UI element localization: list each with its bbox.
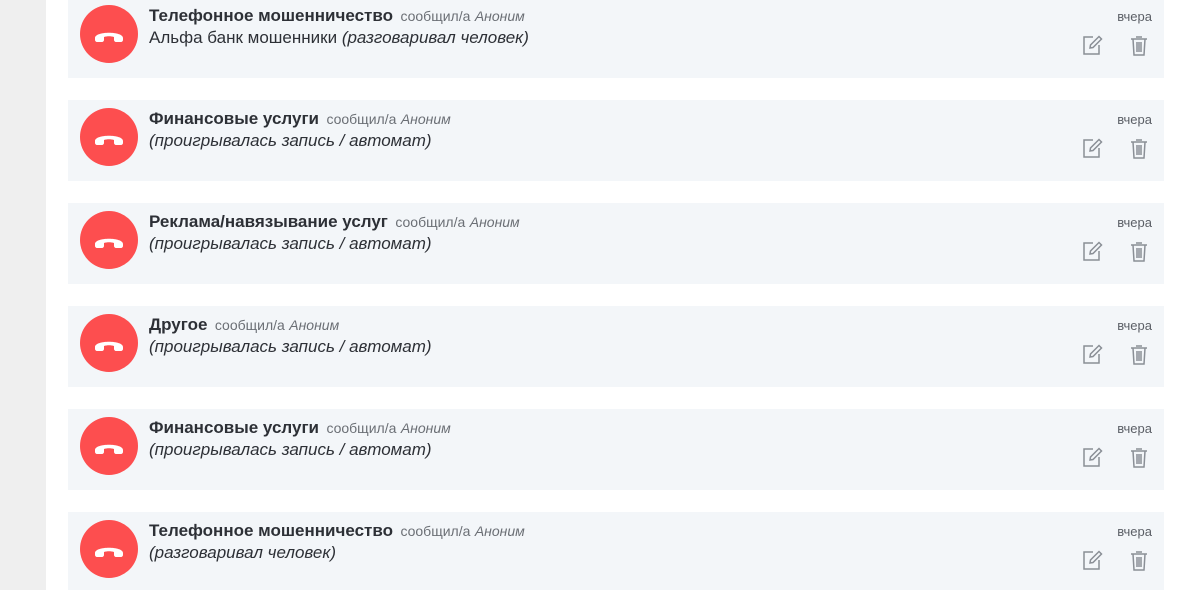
report-category[interactable]: Финансовые услуги <box>149 418 319 437</box>
reported-by-label: сообщил/а <box>214 317 285 333</box>
edit-icon[interactable] <box>1080 239 1104 263</box>
report-time: вчера <box>1117 112 1152 127</box>
trash-icon[interactable] <box>1127 342 1151 366</box>
report-text: Телефонное мошенничество сообщил/а Анони… <box>149 6 1029 49</box>
edit-icon[interactable] <box>1080 136 1104 160</box>
reported-by-label: сообщил/а <box>400 8 471 24</box>
call-type: (разговаривал человек) <box>149 543 337 562</box>
report-text: Реклама/навязывание услуг сообщил/а Анон… <box>149 212 1029 255</box>
call-type: (проигрывалась запись / автомат) <box>149 131 432 150</box>
report-category[interactable]: Финансовые услуги <box>149 109 319 128</box>
report-text: Телефонное мошенничество сообщил/а Анони… <box>149 521 1029 564</box>
call-type: (проигрывалась запись / автомат) <box>149 234 432 253</box>
report-text: Другое сообщил/а Аноним (проигрывалась з… <box>149 315 1029 358</box>
report-time: вчера <box>1117 524 1152 539</box>
hangup-phone-icon <box>80 108 138 166</box>
report-text: Финансовые услуги сообщил/а Аноним (прои… <box>149 109 1029 152</box>
report-author: Аноним <box>469 214 520 230</box>
edit-icon[interactable] <box>1080 445 1104 469</box>
trash-icon[interactable] <box>1127 239 1151 263</box>
report-author: Аноним <box>474 8 525 24</box>
hangup-phone-icon <box>80 520 138 578</box>
report-category[interactable]: Реклама/навязывание услуг <box>149 212 388 231</box>
edit-icon[interactable] <box>1080 33 1104 57</box>
trash-icon[interactable] <box>1127 136 1151 160</box>
report-card[interactable]: Финансовые услуги сообщил/а Аноним (прои… <box>68 100 1164 181</box>
report-time: вчера <box>1117 318 1152 333</box>
trash-icon[interactable] <box>1127 548 1151 572</box>
hangup-phone-icon <box>80 314 138 372</box>
report-card[interactable]: Финансовые услуги сообщил/а Аноним (прои… <box>68 409 1164 490</box>
report-category[interactable]: Телефонное мошенничество <box>149 521 393 540</box>
reported-by-label: сообщил/а <box>395 214 466 230</box>
reported-by-label: сообщил/а <box>400 523 471 539</box>
report-time: вчера <box>1117 9 1152 24</box>
report-author: Аноним <box>474 523 525 539</box>
report-time: вчера <box>1117 215 1152 230</box>
call-type: (проигрывалась запись / автомат) <box>149 337 432 356</box>
report-category[interactable]: Другое <box>149 315 207 334</box>
report-author: Аноним <box>400 420 451 436</box>
report-time: вчера <box>1117 421 1152 436</box>
edit-icon[interactable] <box>1080 342 1104 366</box>
call-type: (проигрывалась запись / автомат) <box>149 440 432 459</box>
trash-icon[interactable] <box>1127 445 1151 469</box>
hangup-phone-icon <box>80 211 138 269</box>
reported-by-label: сообщил/а <box>326 420 397 436</box>
report-card[interactable]: Телефонное мошенничество сообщил/а Анони… <box>68 0 1164 78</box>
reported-by-label: сообщил/а <box>326 111 397 127</box>
call-type: (разговаривал человек) <box>341 28 529 47</box>
report-author: Аноним <box>289 317 340 333</box>
edit-icon[interactable] <box>1080 548 1104 572</box>
left-gutter <box>0 0 46 590</box>
report-category[interactable]: Телефонное мошенничество <box>149 6 393 25</box>
report-card[interactable]: Реклама/навязывание услуг сообщил/а Анон… <box>68 203 1164 284</box>
hangup-phone-icon <box>80 5 138 63</box>
report-card[interactable]: Другое сообщил/а Аноним (проигрывалась з… <box>68 306 1164 387</box>
hangup-phone-icon <box>80 417 138 475</box>
trash-icon[interactable] <box>1127 33 1151 57</box>
report-comment: Альфа банк мошенники <box>149 28 338 47</box>
report-author: Аноним <box>400 111 451 127</box>
report-card[interactable]: Телефонное мошенничество сообщил/а Анони… <box>68 512 1164 590</box>
report-text: Финансовые услуги сообщил/а Аноним (прои… <box>149 418 1029 461</box>
